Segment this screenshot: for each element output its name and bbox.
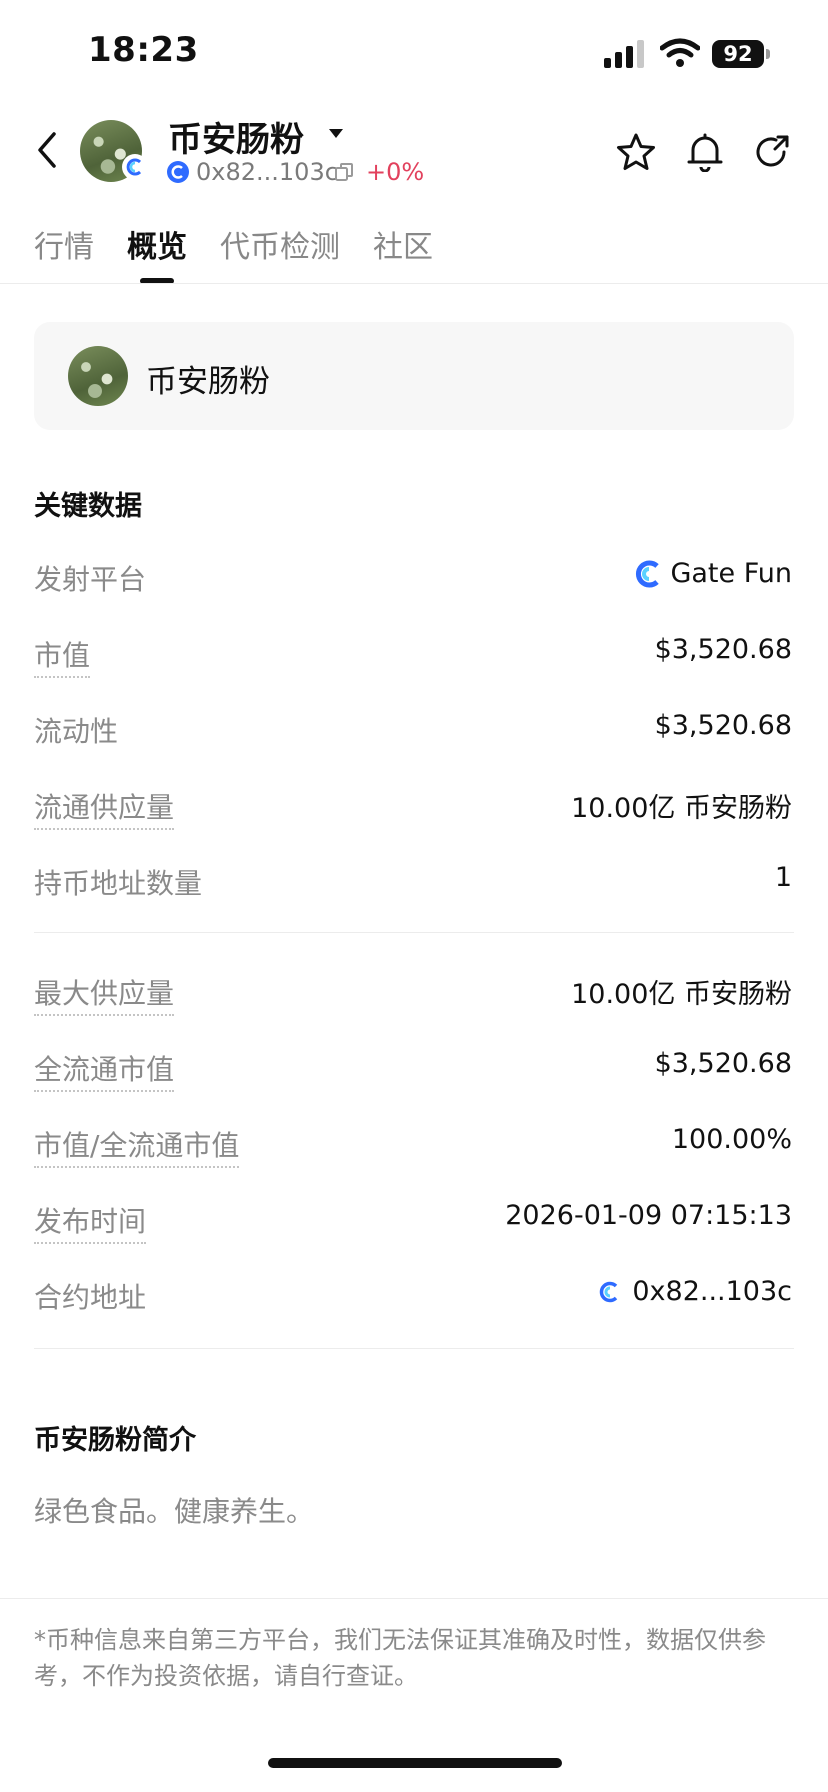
intro-text: 绿色食品。健康养生。 [34, 1495, 315, 1528]
row-label-max-supply[interactable]: 最大供应量 [34, 972, 175, 1016]
intro-title: 币安肠粉简介 [34, 1425, 196, 1456]
star-icon[interactable] [616, 132, 656, 172]
platform-name: Gate Fun [670, 558, 792, 589]
disclaimer-divider [0, 1598, 828, 1599]
battery-level: 92 [712, 40, 764, 68]
row-label-platform: 发射平台 [34, 563, 147, 596]
row-value-contract[interactable]: 0x82...103c [596, 1276, 792, 1307]
back-icon[interactable] [34, 130, 60, 170]
row-label-fdv[interactable]: 全流通市值 [34, 1048, 175, 1092]
row-value-platform[interactable]: Gate Fun [634, 558, 792, 589]
key-data-title: 关键数据 [34, 491, 142, 522]
home-indicator[interactable] [268, 1758, 562, 1768]
row-label-liquidity: 流动性 [34, 715, 119, 748]
bell-icon[interactable] [686, 132, 724, 172]
price-change: +0% [366, 158, 425, 186]
row-label-circulating-supply[interactable]: 流通供应量 [34, 786, 175, 830]
wifi-icon [660, 38, 700, 67]
share-icon[interactable] [754, 134, 790, 170]
gate-chain-icon [167, 161, 189, 183]
cellular-signal-icon [604, 40, 644, 68]
copy-icon[interactable] [334, 162, 354, 182]
row-label-market-cap[interactable]: 市值 [34, 634, 91, 678]
row-value-fdv: $3,520.68 [654, 1048, 792, 1079]
row-label-launch-time[interactable]: 发布时间 [34, 1200, 147, 1244]
caret-down-icon[interactable] [328, 128, 344, 140]
row-label-mcap-fdv-ratio[interactable]: 市值/全流通市值 [34, 1124, 240, 1168]
contract-address: 0x82...103c [632, 1276, 792, 1307]
row-label-holders: 持币地址数量 [34, 867, 203, 900]
token-title[interactable]: 币安肠粉 [168, 112, 304, 161]
row-value-liquidity: $3,520.68 [654, 710, 792, 741]
gate-fun-logo-icon [636, 560, 660, 587]
tab-overview[interactable]: 概览 [127, 222, 187, 266]
tab-market[interactable]: 行情 [34, 222, 94, 266]
row-value-market-cap: $3,520.68 [654, 634, 792, 665]
battery-icon: 92 [712, 40, 770, 68]
status-time: 18:23 [88, 30, 199, 70]
tabs-divider [0, 283, 828, 284]
token-card-name: 币安肠粉 [146, 364, 270, 400]
row-value-circulating-supply: 10.00亿 币安肠粉 [571, 793, 792, 824]
section-divider [34, 1348, 794, 1349]
token-card-avatar [68, 346, 128, 406]
row-label-contract: 合约地址 [34, 1281, 147, 1314]
row-value-holders: 1 [774, 862, 792, 893]
tab-community[interactable]: 社区 [373, 222, 433, 266]
gate-chain-badge-icon [122, 154, 148, 180]
gate-chain-icon [600, 1281, 618, 1302]
row-value-max-supply: 10.00亿 币安肠粉 [571, 979, 792, 1010]
row-value-mcap-fdv-ratio: 100.00% [671, 1124, 792, 1155]
disclaimer-text: *币种信息来自第三方平台，我们无法保证其准确及时性，数据仅供参考，不作为投资依据… [34, 1626, 766, 1690]
tab-token-check[interactable]: 代币检测 [220, 222, 340, 266]
header-contract-address: 0x82...103c [196, 158, 338, 186]
row-value-launch-time: 2026-01-09 07:15:13 [505, 1200, 792, 1231]
section-divider [34, 932, 794, 933]
